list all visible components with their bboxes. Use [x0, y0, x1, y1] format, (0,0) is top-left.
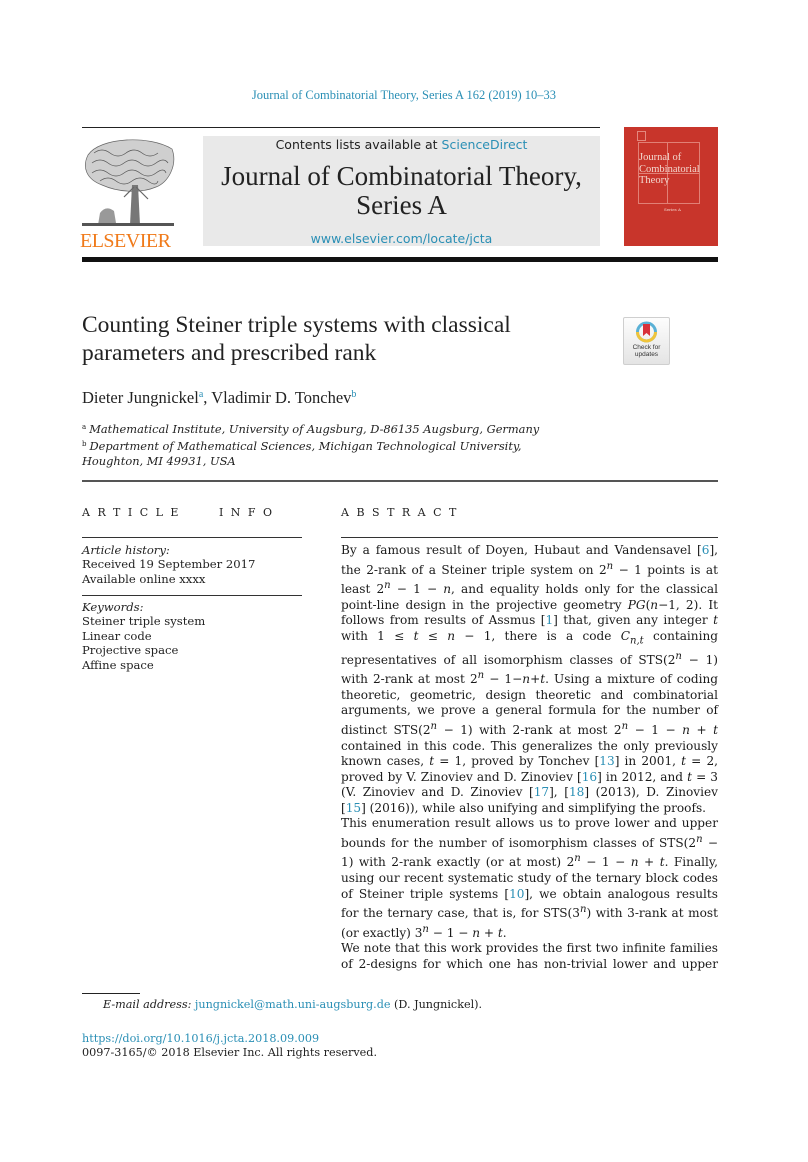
article-info-rule	[82, 537, 302, 538]
affiliation-text-continued: Houghton, MI 49931, USA	[82, 454, 236, 468]
abstract-paragraph: We note that this work provides the firs…	[341, 941, 718, 971]
keyword-item: Affine space	[82, 657, 154, 672]
affiliation-mark: a	[82, 423, 87, 431]
crossmark-icon	[636, 321, 657, 343]
contents-prefix: Contents lists available at	[275, 137, 442, 152]
author-name[interactable]: Dieter Jungnickel	[82, 388, 199, 407]
abstract-body: By a famous result of Doyen, Hubaut and …	[341, 543, 718, 972]
received-date: Received 19 September 2017	[82, 557, 256, 572]
author-list: Dieter Jungnickela, Vladimir D. Tonchevb	[82, 388, 356, 408]
affiliation-mark: b	[82, 440, 87, 448]
cover-series: Series A	[664, 207, 681, 212]
elsevier-logo[interactable]: ELSEVIER	[80, 135, 180, 252]
elsevier-tree-icon: ELSEVIER	[80, 139, 175, 252]
citation-link[interactable]: 15	[346, 801, 361, 815]
journal-url-link[interactable]: www.elsevier.com/locate/jcta	[203, 231, 600, 246]
abstract-paragraph: This enumeration result allows us to pro…	[341, 816, 718, 940]
doi-link[interactable]: https://doi.org/10.1016/j.jcta.2018.09.0…	[82, 1032, 319, 1045]
citation-link[interactable]: 13	[599, 754, 614, 768]
email-footnote: E-mail address: jungnickel@math.uni-augs…	[103, 998, 482, 1011]
affiliation-text: Mathematical Institute, University of Au…	[89, 422, 540, 436]
cover-title-line: Journal of	[639, 152, 682, 163]
affiliation-item: b Department of Mathematical Sciences, Mi…	[82, 437, 642, 454]
citation-link[interactable]: 18	[569, 785, 584, 799]
journal-cover-thumbnail[interactable]: Journal of Combinatorial Theory Series A	[624, 127, 718, 246]
affiliation-item: a Mathematical Institute, University of A…	[82, 420, 642, 437]
running-head[interactable]: Journal of Combinatorial Theory, Series …	[0, 88, 808, 103]
keyword-item: Linear code	[82, 628, 152, 643]
masthead-top-rule	[82, 127, 600, 128]
citation-link[interactable]: 17	[534, 785, 549, 799]
masthead-bottom-rule	[82, 257, 718, 262]
sciencedirect-link[interactable]: ScienceDirect	[442, 137, 528, 152]
journal-title-line2: Series A	[356, 190, 447, 220]
abstract-paragraph: By a famous result of Doyen, Hubaut and …	[341, 543, 719, 815]
keywords-rule	[82, 595, 302, 596]
abstract-heading: ABSTRACT	[341, 506, 464, 519]
elsevier-wordmark: ELSEVIER	[80, 230, 172, 249]
abstract-rule	[341, 537, 718, 538]
affiliation-rule	[82, 480, 718, 482]
keywords: Keywords: Steiner triple system Linear c…	[82, 600, 302, 672]
article-history: Article history: Received 19 September 2…	[82, 543, 302, 586]
email-owner: (D. Jungnickel).	[390, 998, 483, 1011]
article-title-line1: Counting Steiner triple systems with cla…	[82, 312, 511, 338]
footnote-rule	[82, 993, 140, 994]
affiliation-text: Department of Mathematical Sciences, Mic…	[89, 439, 522, 453]
article-title: Counting Steiner triple systems with cla…	[82, 311, 602, 367]
affiliations: a Mathematical Institute, University of A…	[82, 420, 642, 469]
history-label: Article history:	[82, 543, 170, 557]
crossmark-label-line2: updates	[634, 351, 659, 358]
cover-elsevier-icon	[637, 131, 646, 141]
cover-title: Journal of Combinatorial Theory	[639, 152, 700, 187]
article-title-line2: parameters and prescribed rank	[82, 340, 377, 366]
crossmark-label-line1: Check for	[632, 344, 661, 351]
journal-title-line1: Journal of Combinatorial Theory,	[221, 161, 582, 191]
email-link[interactable]: jungnickel@math.uni-augsburg.de	[195, 998, 391, 1011]
citation-link[interactable]: 10	[509, 887, 524, 901]
check-for-updates-button[interactable]: Check for updates	[623, 317, 670, 365]
affiliation-link[interactable]: b	[351, 389, 356, 400]
contents-available: Contents lists available at ScienceDirec…	[203, 137, 600, 152]
journal-banner: Contents lists available at ScienceDirec…	[203, 136, 600, 246]
email-label: E-mail address:	[103, 998, 192, 1011]
citation-link[interactable]: 1	[545, 613, 553, 627]
cover-title-line: Combinatorial	[639, 163, 700, 175]
available-online: Available online xxxx	[82, 571, 206, 586]
keywords-label: Keywords:	[82, 600, 144, 614]
journal-title: Journal of Combinatorial Theory, Series …	[203, 162, 600, 220]
citation-link[interactable]: 16	[582, 770, 597, 784]
keyword-item: Projective space	[82, 643, 179, 658]
keyword-item: Steiner triple system	[82, 614, 206, 629]
crossmark-label: Check for updates	[624, 344, 669, 358]
cover-title-line: Theory	[639, 175, 670, 186]
copyright-notice: 0097-3165/© 2018 Elsevier Inc. All right…	[82, 1046, 378, 1059]
article-info-heading: ARTICLE INFO	[82, 506, 280, 519]
author-name[interactable]: Vladimir D. Tonchev	[211, 388, 351, 407]
